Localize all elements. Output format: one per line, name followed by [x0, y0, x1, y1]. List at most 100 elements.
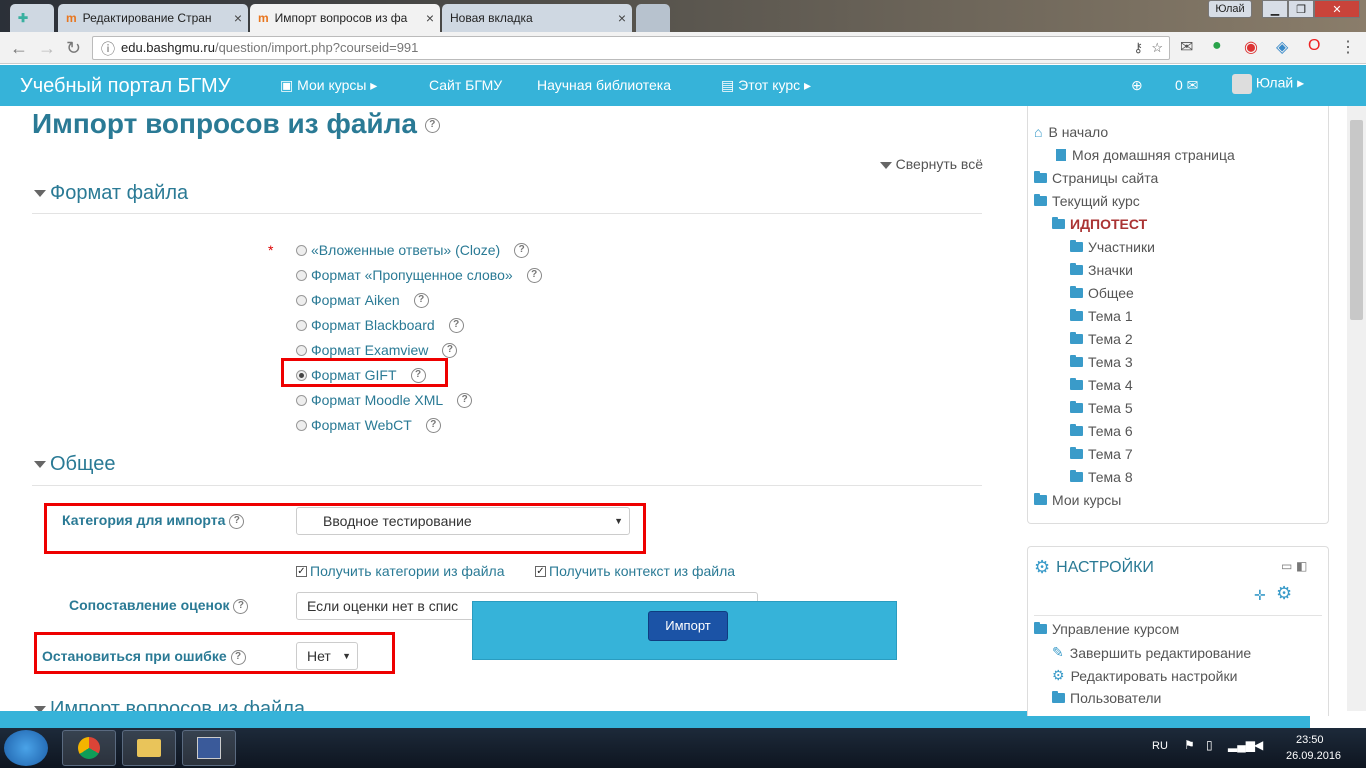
- help-icon[interactable]: ?: [413, 292, 429, 308]
- tray-flag-icon[interactable]: ⚑: [1184, 738, 1195, 752]
- help-icon[interactable]: ?: [457, 392, 473, 408]
- section-import[interactable]: Импорт вопросов из файла: [34, 698, 305, 712]
- opera-icon[interactable]: O: [1308, 37, 1320, 55]
- scrollbar-thumb[interactable]: [1350, 120, 1363, 320]
- nav-topic-6[interactable]: Тема 6: [1070, 423, 1133, 439]
- nav-home[interactable]: ⌂ В начало: [1034, 124, 1108, 140]
- help-icon[interactable]: ?: [514, 242, 530, 258]
- nav-topic-7[interactable]: Тема 7: [1070, 446, 1133, 462]
- key-icon[interactable]: ⚷: [1133, 37, 1143, 59]
- close-icon[interactable]: ×: [234, 10, 242, 26]
- site-link[interactable]: Сайт БГМУ: [429, 77, 502, 93]
- nav-general[interactable]: Общее: [1070, 285, 1134, 301]
- mail-extension-icon[interactable]: ✉: [1180, 37, 1193, 57]
- nav-current-course[interactable]: Текущий курс: [1034, 193, 1140, 209]
- close-window-button[interactable]: ✕: [1314, 0, 1360, 18]
- url-input[interactable]: ⓘ edu.bashgmu.ru/question/import.php?cou…: [92, 36, 1170, 60]
- library-link[interactable]: Научная библиотека: [537, 77, 671, 93]
- folder-icon: [1070, 447, 1083, 459]
- forward-icon[interactable]: →: [38, 38, 56, 59]
- clock-time[interactable]: 23:50: [1296, 734, 1324, 746]
- tab-import[interactable]: m Импорт вопросов из фа ×: [250, 4, 440, 32]
- info-icon: ⓘ: [101, 41, 115, 57]
- start-button[interactable]: [4, 730, 48, 766]
- help-icon[interactable]: ?: [425, 417, 441, 433]
- nav-topic-4[interactable]: Тема 4: [1070, 377, 1133, 393]
- maximize-button[interactable]: ❐: [1288, 0, 1314, 18]
- tab-edit-page[interactable]: m Редактирование Стран ×: [58, 4, 248, 32]
- collapse-all-link[interactable]: Свернуть всё: [879, 156, 983, 172]
- page-icon: [1056, 149, 1066, 161]
- help-icon[interactable]: ?: [424, 118, 440, 134]
- settings-turn-editing-off[interactable]: ✎ Завершить редактирование: [1052, 644, 1251, 661]
- help-icon[interactable]: ?: [442, 342, 458, 358]
- user-menu[interactable]: Юлай ▸: [1232, 74, 1304, 94]
- language-indicator[interactable]: RU: [1152, 740, 1168, 752]
- format-radio-cloze[interactable]: «Вложенные ответы» (Cloze)?: [296, 242, 530, 258]
- clock-date[interactable]: 26.09.2016: [1286, 750, 1341, 762]
- dock-block-icon[interactable]: ◧: [1296, 559, 1307, 573]
- tab-pinned[interactable]: ✚: [10, 4, 54, 32]
- move-icon[interactable]: ✛: [1254, 587, 1266, 604]
- format-radio-webct[interactable]: Формат WebCT?: [296, 417, 441, 433]
- close-icon[interactable]: ×: [618, 10, 626, 26]
- menu-icon[interactable]: ⋮: [1340, 37, 1356, 57]
- format-radio-missingword[interactable]: Формат «Пропущенное слово»?: [296, 267, 542, 283]
- messages-button[interactable]: 0 ✉: [1175, 77, 1198, 94]
- nav-badges[interactable]: Значки: [1070, 262, 1133, 278]
- tab-new[interactable]: Новая вкладка ×: [442, 4, 632, 32]
- settings-users[interactable]: Пользователи: [1052, 690, 1161, 706]
- format-radio-blackboard[interactable]: Формат Blackboard?: [296, 317, 464, 333]
- get-categories-checkbox[interactable]: ✓ Получить категории из файла: [296, 563, 504, 579]
- folder-icon: [1070, 378, 1083, 390]
- nav-topic-1[interactable]: Тема 1: [1070, 308, 1133, 324]
- nav-topic-3[interactable]: Тема 3: [1070, 354, 1133, 370]
- taskbar-explorer-icon[interactable]: [122, 730, 176, 766]
- extension-green-icon[interactable]: ●: [1212, 37, 1222, 55]
- help-icon[interactable]: ?: [448, 317, 464, 333]
- profile-button[interactable]: Юлай: [1208, 0, 1252, 18]
- nav-site-pages[interactable]: Страницы сайта: [1034, 170, 1158, 186]
- close-icon[interactable]: ×: [426, 10, 434, 26]
- tray-device-icon[interactable]: ▯: [1206, 738, 1213, 752]
- nav-my-courses[interactable]: Мои курсы: [1034, 492, 1121, 508]
- settings-edit-settings[interactable]: ⚙ Редактировать настройки: [1052, 667, 1237, 684]
- browser-tab-bar: ✚ m Редактирование Стран × m Импорт вопросо…: [0, 0, 1366, 32]
- reload-icon[interactable]: ↻: [66, 38, 81, 59]
- nav-course-idpotest[interactable]: ИДПОТЕСТ: [1052, 216, 1147, 232]
- this-course-menu[interactable]: ▤ Этот курс ▸: [721, 77, 811, 94]
- site-brand[interactable]: Учебный портал БГМУ: [20, 75, 230, 98]
- settings-course-admin[interactable]: Управление курсом: [1034, 621, 1179, 637]
- section-general[interactable]: Общее: [34, 453, 116, 476]
- section-file-format[interactable]: Формат файла: [34, 182, 188, 205]
- back-icon[interactable]: ←: [10, 38, 28, 59]
- nav-topic-5[interactable]: Тема 5: [1070, 400, 1133, 416]
- taskbar-chrome-icon[interactable]: [62, 730, 116, 766]
- folder-icon: [1052, 691, 1065, 703]
- format-radio-examview[interactable]: Формат Examview?: [296, 342, 458, 358]
- my-courses-menu[interactable]: ▣ Мои курсы ▸: [280, 77, 377, 94]
- nav-participants[interactable]: Участники: [1070, 239, 1155, 255]
- nav-topic-2[interactable]: Тема 2: [1070, 331, 1133, 347]
- get-context-checkbox[interactable]: ✓ Получить контекст из файла: [535, 563, 735, 579]
- notifications-icon[interactable]: ⊕: [1131, 77, 1143, 94]
- star-icon[interactable]: ☆: [1151, 37, 1163, 59]
- format-radio-aiken[interactable]: Формат Aiken?: [296, 292, 429, 308]
- help-icon[interactable]: ?: [233, 598, 249, 614]
- extension-red-icon[interactable]: ◉: [1244, 37, 1258, 57]
- new-tab-button[interactable]: [636, 4, 670, 32]
- minimize-block-icon[interactable]: ▭: [1281, 559, 1292, 573]
- settings-block: ⚙ НАСТРОЙКИ ▭ ◧ ✛ ⚙ Управление курсом ✎ За…: [1027, 546, 1329, 716]
- taskbar-app-icon[interactable]: [182, 730, 236, 766]
- configure-gears-icon[interactable]: ⚙: [1276, 583, 1292, 604]
- import-button[interactable]: Импорт: [648, 611, 728, 641]
- minimize-button[interactable]: ▁: [1262, 0, 1288, 18]
- extension-blue-icon[interactable]: ◈: [1276, 37, 1288, 57]
- signal-icon[interactable]: ▂▄▆: [1228, 738, 1255, 752]
- nav-topic-8[interactable]: Тема 8: [1070, 469, 1133, 485]
- help-icon[interactable]: ?: [526, 267, 542, 283]
- nav-dashboard[interactable]: Моя домашняя страница: [1056, 147, 1235, 163]
- format-radio-moodlexml[interactable]: Формат Moodle XML?: [296, 392, 473, 408]
- required-mark: *: [268, 242, 274, 258]
- volume-icon[interactable]: ◀: [1254, 738, 1263, 752]
